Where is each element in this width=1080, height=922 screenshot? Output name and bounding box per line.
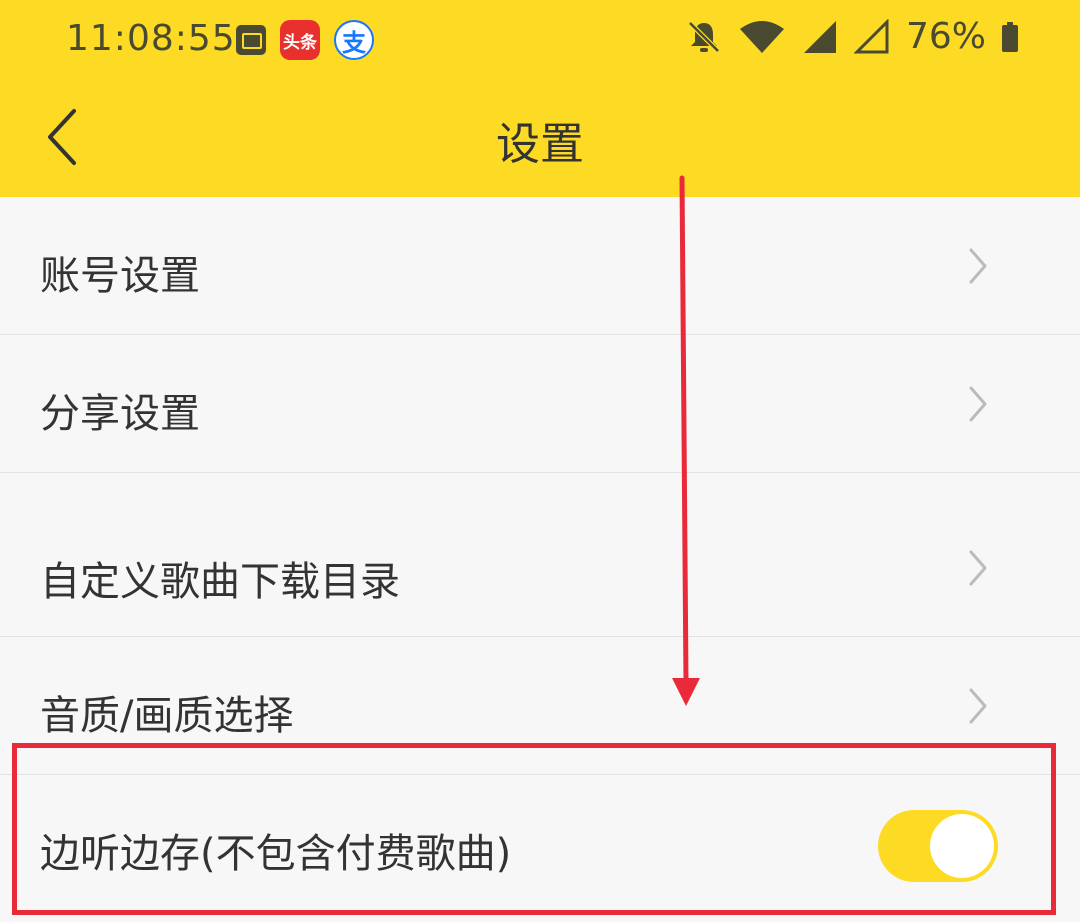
settings-item-label: 账号设置 — [40, 253, 200, 299]
mute-bell-icon — [688, 20, 720, 53]
battery-icon — [1002, 21, 1018, 52]
chevron-right-icon — [969, 386, 987, 422]
settings-item-label: 边听边存(不包含付费歌曲) — [40, 831, 512, 877]
chevron-right-icon — [969, 550, 987, 586]
settings-item-download-dir[interactable]: 自定义歌曲下载目录 — [0, 473, 1080, 637]
signal-icon-1 — [803, 20, 836, 53]
chevron-right-icon — [969, 248, 987, 284]
alipay-app-icon: 支 — [334, 20, 374, 60]
settings-item-label: 自定义歌曲下载目录 — [40, 559, 400, 605]
app-header: 11:08:55 头条 支 76% 设置 — [0, 0, 1080, 197]
settings-item-quality[interactable]: 音质/画质选择 — [0, 637, 1080, 775]
toutiao-app-label: 头条 — [283, 32, 317, 53]
cache-while-listening-toggle[interactable] — [878, 810, 998, 882]
settings-item-label: 分享设置 — [40, 391, 200, 437]
toggle-knob — [930, 814, 994, 878]
wifi-icon — [739, 20, 784, 53]
signal-icon-2 — [853, 18, 889, 53]
battery-percent: 76% — [905, 16, 986, 57]
status-right-icons: 76% — [686, 16, 1018, 57]
settings-item-label: 音质/画质选择 — [40, 693, 294, 739]
toutiao-app-icon: 头条 — [280, 20, 320, 60]
notification-icons: 头条 支 — [236, 20, 374, 60]
alipay-app-label: 支 — [342, 28, 366, 57]
status-time: 11:08:55 — [66, 18, 236, 59]
settings-item-share[interactable]: 分享设置 — [0, 335, 1080, 473]
mail-notification-icon — [236, 25, 266, 55]
page-title: 设置 — [496, 119, 584, 170]
settings-item-account[interactable]: 账号设置 — [0, 197, 1080, 335]
chevron-right-icon — [969, 688, 987, 724]
